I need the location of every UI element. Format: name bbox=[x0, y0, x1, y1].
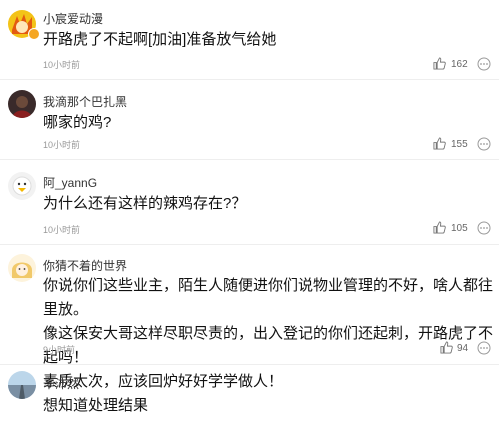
avatar-anime-girl-icon bbox=[8, 254, 36, 282]
username[interactable]: 辛沛然 bbox=[43, 375, 79, 392]
thumbs-up-icon[interactable] bbox=[433, 221, 446, 234]
timestamp: 10小时前 bbox=[43, 225, 81, 235]
comment-text: 哪家的鸡? bbox=[43, 114, 112, 131]
comment-text: 为什么还有这样的辣鸡存在?？ bbox=[43, 195, 247, 212]
comment-line: 素质太次，应该回炉好好学学做人！ bbox=[43, 373, 284, 390]
avatar-dark-icon bbox=[8, 90, 36, 118]
avatar[interactable] bbox=[8, 90, 36, 118]
like-count: 105 bbox=[451, 223, 468, 234]
like-count: 162 bbox=[451, 59, 468, 70]
more-icon[interactable] bbox=[477, 221, 491, 235]
comment-line: 你说你们这些业主，陌生人随便进你们说物业管理的不好，啥人都往里放。 bbox=[43, 277, 494, 318]
timestamp: 9小时前 bbox=[43, 345, 76, 355]
username[interactable]: 小宸爱动漫 bbox=[43, 10, 103, 27]
username[interactable]: 阿_yannG bbox=[43, 174, 97, 191]
like-count: 155 bbox=[451, 139, 468, 150]
thumbs-up-icon[interactable] bbox=[433, 57, 446, 70]
divider bbox=[0, 159, 499, 160]
avatar-road-icon bbox=[8, 371, 36, 399]
comment-line: 像这保安大哥这样尽职尽责的，出入登记的你们还起刺，开路虎了不起吗！ bbox=[43, 325, 494, 366]
more-icon[interactable] bbox=[477, 57, 491, 71]
comment-text: 开路虎了不起啊[加油]准备放气给她 bbox=[43, 31, 277, 48]
like-count: 94 bbox=[457, 343, 469, 354]
thumbs-up-icon[interactable] bbox=[433, 137, 446, 150]
divider bbox=[0, 244, 499, 245]
timestamp: 10小时前 bbox=[43, 140, 81, 150]
avatar-duck-icon bbox=[8, 172, 36, 200]
avatar[interactable] bbox=[8, 254, 36, 282]
username[interactable]: 你猜不着的世界 bbox=[43, 257, 127, 274]
comment-text: 想知道处理结果 bbox=[43, 397, 149, 414]
comment-text: 你说你们这些业主，陌生人随便进你们说物业管理的不好，啥人都往里放。 像这保安大哥… bbox=[43, 274, 493, 394]
divider bbox=[0, 364, 499, 365]
more-icon[interactable] bbox=[477, 341, 491, 355]
verified-badge-icon bbox=[28, 28, 40, 40]
more-icon[interactable] bbox=[477, 137, 491, 151]
username[interactable]: 我滴那个巴扎黑 bbox=[43, 93, 127, 110]
thumbs-up-icon[interactable] bbox=[440, 341, 453, 354]
avatar[interactable] bbox=[8, 371, 36, 399]
divider bbox=[0, 79, 499, 80]
avatar[interactable] bbox=[8, 172, 36, 200]
timestamp: 10小时前 bbox=[43, 60, 81, 70]
